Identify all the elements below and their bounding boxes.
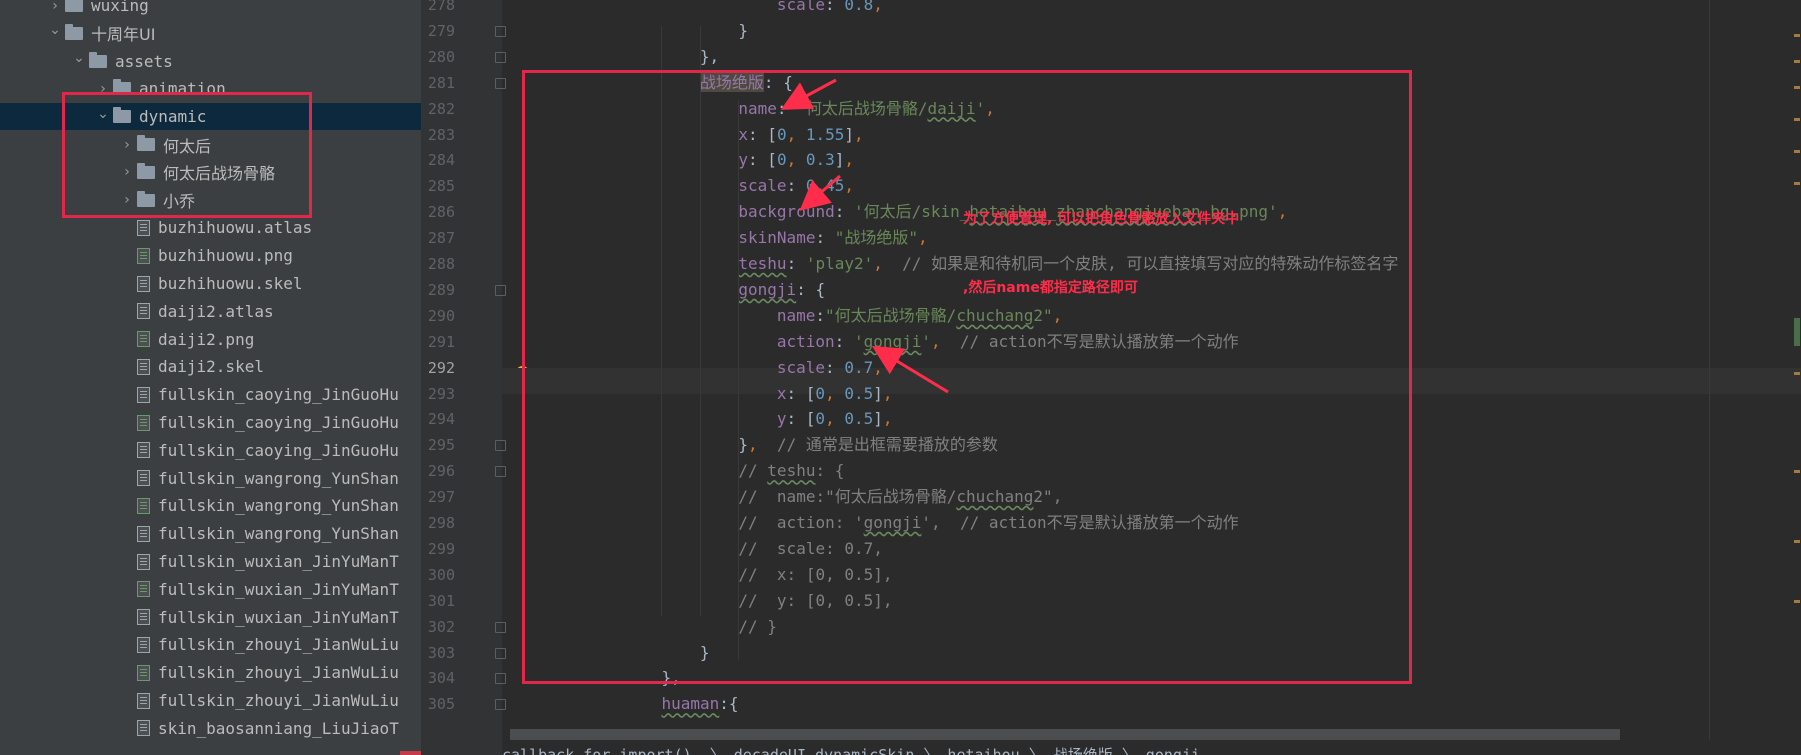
- stripe-mark[interactable]: [1794, 86, 1800, 89]
- stripe-mark[interactable]: [1794, 470, 1800, 473]
- stripe-mark[interactable]: [1794, 60, 1800, 63]
- stripe-mark[interactable]: [1794, 118, 1800, 121]
- arrow-to-background: [799, 174, 841, 211]
- stripe-mark[interactable]: [1794, 540, 1800, 543]
- stripe-mark[interactable]: [1794, 150, 1800, 153]
- stripe-mark[interactable]: [1794, 372, 1800, 375]
- breadcrumb[interactable]: callback for import() 〉 decadeUI.dynamic…: [502, 740, 1801, 755]
- arrow-to-gongji-name: [871, 345, 949, 394]
- annotation-arrows: [780, 78, 949, 394]
- error-stripe[interactable]: [1793, 0, 1801, 755]
- stripe-mark[interactable]: [1794, 600, 1800, 603]
- stripe-mark[interactable]: [1794, 34, 1800, 37]
- horizontal-scrollbar[interactable]: [510, 729, 1620, 740]
- stripe-mark[interactable]: [1794, 318, 1800, 346]
- stripe-mark[interactable]: [1794, 182, 1800, 185]
- arrow-to-name: [780, 78, 837, 110]
